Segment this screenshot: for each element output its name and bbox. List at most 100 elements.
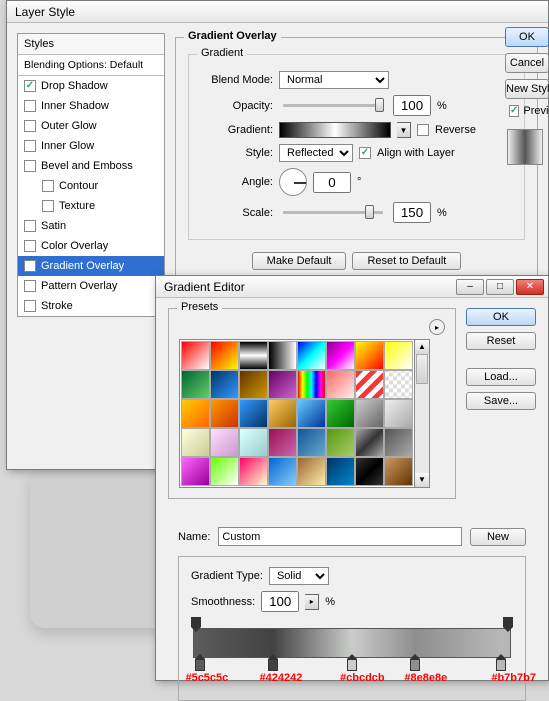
preset-swatch[interactable]: [181, 370, 210, 399]
style-item-stroke[interactable]: Stroke: [18, 296, 164, 316]
ge-reset-button[interactable]: Reset: [466, 332, 536, 350]
style-item-color-overlay[interactable]: Color Overlay: [18, 236, 164, 256]
preset-swatch[interactable]: [181, 399, 210, 428]
style-checkbox[interactable]: [24, 140, 36, 152]
ok-button[interactable]: OK: [505, 27, 549, 47]
style-item-outer-glow[interactable]: Outer Glow: [18, 116, 164, 136]
color-stop[interactable]: [195, 659, 205, 671]
style-checkbox[interactable]: [24, 120, 36, 132]
make-default-button[interactable]: Make Default: [252, 252, 347, 270]
scroll-handle[interactable]: [416, 354, 428, 384]
preset-swatch[interactable]: [355, 399, 384, 428]
name-input[interactable]: [218, 527, 462, 546]
preset-swatch[interactable]: [297, 399, 326, 428]
preset-swatch[interactable]: [297, 457, 326, 486]
style-checkbox[interactable]: [24, 80, 36, 92]
angle-input[interactable]: [313, 172, 351, 193]
color-stop[interactable]: [347, 659, 357, 671]
layer-style-titlebar[interactable]: Layer Style: [7, 1, 548, 23]
style-item-satin[interactable]: Satin: [18, 216, 164, 236]
preset-swatch[interactable]: [297, 370, 326, 399]
preset-swatch[interactable]: [268, 457, 297, 486]
preset-swatch[interactable]: [239, 370, 268, 399]
preset-swatch[interactable]: [384, 457, 413, 486]
grad-type-select[interactable]: Solid: [269, 567, 329, 585]
style-checkbox[interactable]: [24, 100, 36, 112]
preset-swatch[interactable]: [181, 428, 210, 457]
preset-swatch[interactable]: [384, 399, 413, 428]
gradient-swatch[interactable]: [279, 122, 391, 138]
cancel-button[interactable]: Cancel: [505, 53, 549, 73]
color-stop[interactable]: [496, 659, 506, 671]
style-checkbox[interactable]: [24, 240, 36, 252]
new-button[interactable]: New: [470, 528, 526, 546]
preset-swatch[interactable]: [355, 370, 384, 399]
style-item-gradient-overlay[interactable]: Gradient Overlay: [18, 256, 164, 276]
style-item-drop-shadow[interactable]: Drop Shadow: [18, 76, 164, 96]
style-item-inner-glow[interactable]: Inner Glow: [18, 136, 164, 156]
style-checkbox[interactable]: [24, 220, 36, 232]
preset-swatch[interactable]: [297, 341, 326, 370]
style-item-pattern-overlay[interactable]: Pattern Overlay: [18, 276, 164, 296]
new-style-button[interactable]: New Style...: [505, 79, 549, 99]
align-checkbox[interactable]: [359, 147, 371, 159]
preset-swatch[interactable]: [210, 370, 239, 399]
opacity-stop-right[interactable]: [503, 617, 513, 627]
ge-save-button[interactable]: Save...: [466, 392, 536, 410]
preset-swatch[interactable]: [239, 341, 268, 370]
preset-swatch[interactable]: [326, 370, 355, 399]
style-checkbox[interactable]: [42, 200, 54, 212]
preset-swatch[interactable]: [297, 428, 326, 457]
preset-swatch[interactable]: [326, 457, 355, 486]
smoothness-dropdown-icon[interactable]: ▸: [305, 594, 319, 610]
preset-swatch[interactable]: [355, 457, 384, 486]
preset-swatch[interactable]: [181, 341, 210, 370]
preset-swatch[interactable]: [268, 428, 297, 457]
reset-default-button[interactable]: Reset to Default: [352, 252, 461, 270]
preset-swatch[interactable]: [239, 428, 268, 457]
gradient-bar[interactable]: [193, 628, 511, 658]
style-item-inner-shadow[interactable]: Inner Shadow: [18, 96, 164, 116]
preset-swatch[interactable]: [268, 370, 297, 399]
style-checkbox[interactable]: [24, 280, 36, 292]
presets-scrollbar[interactable]: ▲ ▼: [415, 339, 430, 488]
scroll-up-icon[interactable]: ▲: [415, 340, 429, 354]
angle-dial[interactable]: [279, 168, 307, 196]
color-stop[interactable]: [268, 659, 278, 671]
style-item-contour[interactable]: Contour: [18, 176, 164, 196]
smoothness-input[interactable]: [261, 591, 299, 612]
scale-slider[interactable]: [283, 211, 383, 214]
preset-swatch[interactable]: [384, 341, 413, 370]
preset-swatch[interactable]: [268, 341, 297, 370]
preset-swatch[interactable]: [326, 341, 355, 370]
presets-menu-icon[interactable]: ▸: [429, 319, 445, 335]
color-stop[interactable]: [410, 659, 420, 671]
preset-swatch[interactable]: [384, 428, 413, 457]
style-checkbox[interactable]: [42, 180, 54, 192]
blend-mode-select[interactable]: Normal: [279, 71, 389, 89]
style-select[interactable]: Reflected: [279, 144, 353, 162]
style-checkbox[interactable]: [24, 300, 36, 312]
opacity-input[interactable]: [393, 95, 431, 116]
preset-swatch[interactable]: [355, 341, 384, 370]
preset-swatch[interactable]: [326, 399, 355, 428]
ge-ok-button[interactable]: OK: [466, 308, 536, 326]
style-checkbox[interactable]: [24, 160, 36, 172]
preset-swatch[interactable]: [355, 428, 384, 457]
maximize-icon[interactable]: □: [486, 279, 514, 295]
close-icon[interactable]: ✕: [516, 279, 544, 295]
minimize-icon[interactable]: –: [456, 279, 484, 295]
reverse-checkbox[interactable]: [417, 124, 429, 136]
preset-swatch[interactable]: [210, 341, 239, 370]
preview-checkbox[interactable]: [509, 105, 519, 117]
scale-input[interactable]: [393, 202, 431, 223]
opacity-slider[interactable]: [283, 104, 383, 107]
gradient-editor-titlebar[interactable]: Gradient Editor – □ ✕: [156, 276, 548, 298]
preset-swatch[interactable]: [210, 457, 239, 486]
preset-swatch[interactable]: [210, 428, 239, 457]
styles-header[interactable]: Styles: [18, 34, 164, 55]
ge-load-button[interactable]: Load...: [466, 368, 536, 386]
style-item-texture[interactable]: Texture: [18, 196, 164, 216]
gradient-dropdown-icon[interactable]: ▼: [397, 122, 411, 138]
preset-swatch[interactable]: [181, 457, 210, 486]
